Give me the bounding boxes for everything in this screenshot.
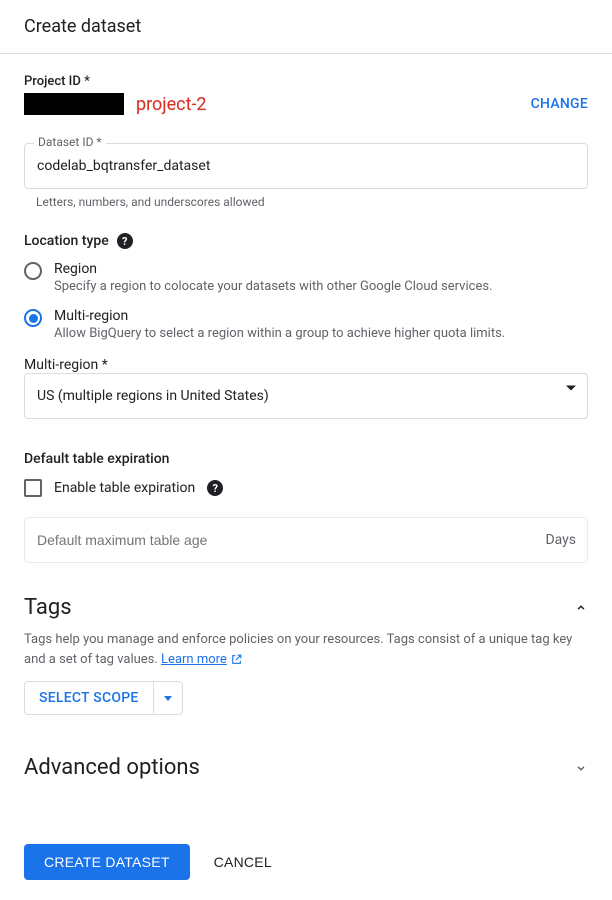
multiregion-label: Multi-region * xyxy=(24,357,108,373)
max-table-age-field: Days xyxy=(24,517,588,563)
radio-region-label: Region xyxy=(54,261,492,277)
external-link-icon xyxy=(230,653,243,666)
select-scope-main[interactable]: SELECT SCOPE xyxy=(25,682,153,714)
dropdown-arrow-icon xyxy=(566,386,576,391)
radio-multiregion-label: Multi-region xyxy=(54,308,505,324)
project-id-redacted xyxy=(24,93,124,115)
radio-multiregion[interactable]: Multi-region Allow BigQuery to select a … xyxy=(24,308,588,341)
enable-expiration-row: Enable table expiration ? xyxy=(24,479,588,497)
chevron-down-icon xyxy=(574,761,588,775)
tags-desc-text: Tags help you manage and enforce policie… xyxy=(24,632,572,667)
dialog-title: Create dataset xyxy=(24,16,588,37)
radio-circle-multiregion xyxy=(24,309,42,327)
create-dataset-button[interactable]: CREATE DATASET xyxy=(24,844,190,880)
expiration-label: Default table expiration xyxy=(24,451,588,467)
tags-section-header[interactable]: Tags xyxy=(24,595,588,620)
days-unit: Days xyxy=(545,532,576,548)
change-project-button[interactable]: CHANGE xyxy=(531,96,588,112)
tags-title: Tags xyxy=(24,595,72,620)
advanced-title: Advanced options xyxy=(24,755,200,780)
help-icon[interactable]: ? xyxy=(207,480,223,496)
radio-region[interactable]: Region Specify a region to colocate your… xyxy=(24,261,588,294)
project-left: project-2 xyxy=(24,93,207,115)
location-radio-group: Region Specify a region to colocate your… xyxy=(24,261,588,341)
dropdown-arrow-icon xyxy=(164,696,172,701)
footer-buttons: CREATE DATASET CANCEL xyxy=(24,844,588,880)
help-icon[interactable]: ? xyxy=(117,233,133,249)
project-name: project-2 xyxy=(136,94,207,115)
tags-description: Tags help you manage and enforce policie… xyxy=(24,630,588,669)
dataset-id-label: Dataset ID * xyxy=(34,135,106,149)
project-row: project-2 CHANGE xyxy=(24,93,588,115)
radio-circle-region xyxy=(24,262,42,280)
chevron-up-icon xyxy=(574,601,588,615)
project-id-label: Project ID * xyxy=(24,74,588,89)
enable-expiration-checkbox[interactable] xyxy=(24,479,42,497)
dataset-id-helper: Letters, numbers, and underscores allowe… xyxy=(36,195,588,209)
multiregion-value: US (multiple regions in United States) xyxy=(24,373,588,419)
radio-multiregion-text: Multi-region Allow BigQuery to select a … xyxy=(54,308,505,341)
dataset-id-field: Dataset ID * xyxy=(24,143,588,189)
learn-more-text: Learn more xyxy=(161,650,227,670)
location-type-label: Location type ? xyxy=(24,233,588,249)
location-type-text: Location type xyxy=(24,233,109,249)
dialog-header: Create dataset xyxy=(0,0,612,54)
radio-region-text: Region Specify a region to colocate your… xyxy=(54,261,492,294)
radio-multiregion-desc: Allow BigQuery to select a region within… xyxy=(54,326,505,341)
select-scope-button: SELECT SCOPE xyxy=(24,681,183,715)
radio-region-desc: Specify a region to colocate your datase… xyxy=(54,279,492,294)
dialog-content: Project ID * project-2 CHANGE Dataset ID… xyxy=(0,54,612,900)
cancel-button[interactable]: CANCEL xyxy=(214,854,272,870)
select-scope-dropdown[interactable] xyxy=(153,682,182,714)
enable-expiration-label: Enable table expiration xyxy=(54,480,195,496)
multiregion-select[interactable]: Multi-region * US (multiple regions in U… xyxy=(24,357,588,419)
learn-more-link[interactable]: Learn more xyxy=(161,650,243,670)
advanced-section-header[interactable]: Advanced options xyxy=(24,755,588,780)
max-table-age-input xyxy=(24,517,588,563)
dataset-id-input[interactable] xyxy=(24,143,588,189)
